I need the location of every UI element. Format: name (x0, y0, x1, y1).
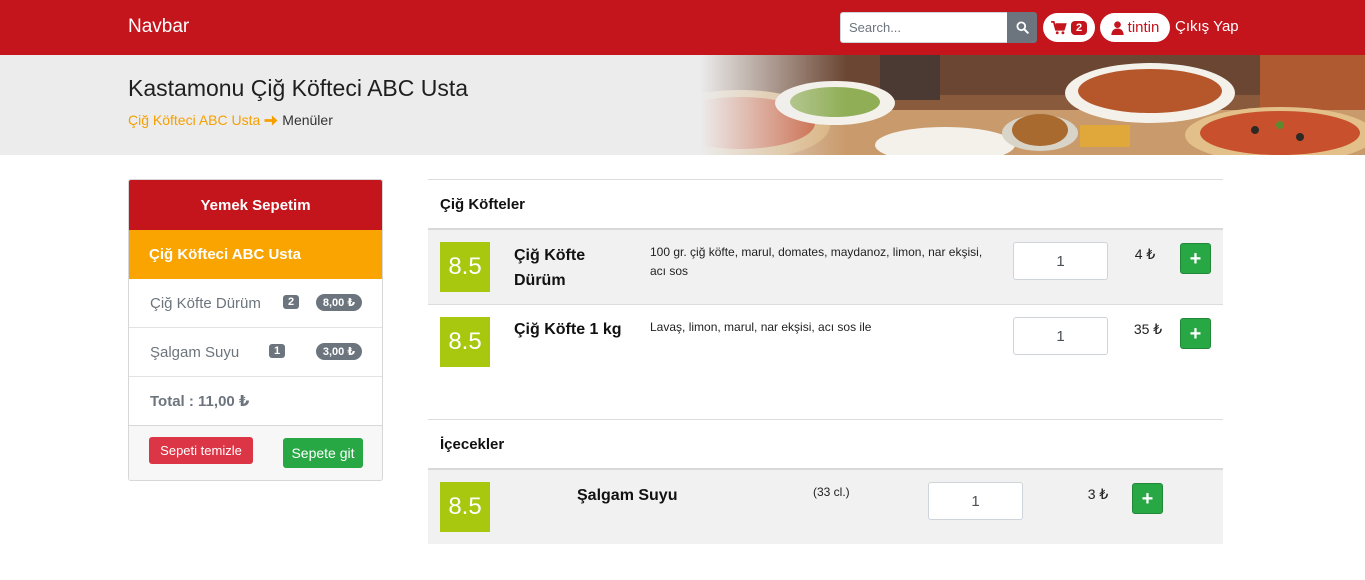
search-input[interactable] (840, 12, 1007, 43)
menu-item: 8.5 Şalgam Suyu (33 cl.) 3 ₺ + (428, 470, 1223, 544)
search-icon (1015, 21, 1029, 34)
cart-actions: Sepeti temizle Sepete git (129, 426, 382, 480)
cart-item-name: Şalgam Suyu (150, 344, 240, 361)
cart-item-price-badge: 3,00 ₺ (315, 343, 362, 360)
user-icon (1111, 20, 1124, 35)
menu-item-price: 4 ₺ (1134, 246, 1156, 262)
rating-score: 8.5 (440, 242, 490, 292)
add-to-cart-button[interactable]: + (1132, 483, 1163, 514)
go-to-cart-button[interactable]: Sepete git (283, 438, 363, 468)
breadcrumb: Çiğ Köfteci ABC Usta Menüler (128, 112, 333, 128)
menu-item-name: Çiğ Köfte 1 kg (514, 321, 622, 338)
logout-link[interactable]: Çıkış Yap (1175, 18, 1239, 35)
menu-item-name: Çiğ Köfte Dürüm (514, 247, 586, 289)
clear-cart-button[interactable]: Sepeti temizle (149, 437, 253, 464)
cart-item: Çiğ Köfte Dürüm 2 8,00 ₺ (129, 279, 382, 328)
navbar: Navbar 2 tintin Çıkış Yap (0, 0, 1365, 55)
cart-item-qty-badge: 1 (269, 344, 286, 358)
cart-count-badge: 2 (1070, 20, 1088, 35)
navbar-brand[interactable]: Navbar (128, 16, 189, 38)
add-to-cart-button[interactable]: + (1180, 243, 1211, 274)
menu-item-description: (33 cl.) (813, 485, 850, 499)
rating-score: 8.5 (440, 482, 490, 532)
food-banner-image (700, 55, 1365, 155)
user-menu-button[interactable]: tintin (1100, 13, 1170, 42)
section-title: İçecekler (440, 436, 505, 453)
section-title: Çiğ Köfteler (440, 196, 526, 213)
quantity-input[interactable] (1013, 317, 1108, 355)
cart-item-name: Çiğ Köfte Dürüm (150, 295, 261, 312)
username: tintin (1127, 19, 1160, 36)
menu-item-description: 100 gr. çiğ köfte, marul, domates, mayda… (650, 245, 983, 278)
cart-item-price-badge: 8,00 ₺ (315, 294, 362, 311)
shopping-cart-icon (1051, 20, 1067, 34)
food-cart-panel: Yemek Sepetim Çiğ Köfteci ABC Usta Çiğ K… (128, 179, 383, 481)
page-title: Kastamonu Çiğ Köfteci ABC Usta (128, 75, 469, 101)
search-button[interactable] (1007, 12, 1037, 43)
cart-shop-name: Çiğ Köfteci ABC Usta (129, 230, 382, 279)
rating-score: 8.5 (440, 317, 490, 367)
divider (428, 419, 1223, 420)
breadcrumb-link[interactable]: Çiğ Köfteci ABC Usta (128, 112, 260, 128)
page-header: Kastamonu Çiğ Köfteci ABC Usta Çiğ Köfte… (0, 55, 1365, 155)
menu-item: 8.5 Çiğ Köfte 1 kg Lavaş, limon, marul, … (428, 305, 1223, 385)
quantity-input[interactable] (928, 482, 1023, 520)
search-form (840, 12, 1037, 43)
menu-item-price: 35 ₺ (1133, 321, 1163, 337)
cart-button[interactable]: 2 (1043, 13, 1095, 42)
add-to-cart-button[interactable]: + (1180, 318, 1211, 349)
breadcrumb-current: Menüler (282, 112, 333, 128)
menu-item-price: 3 ₺ (1087, 486, 1109, 502)
menu-item-name: Şalgam Suyu (577, 487, 678, 504)
quantity-input[interactable] (1013, 242, 1108, 280)
cart-item-qty-badge: 2 (283, 295, 300, 309)
menu-item: 8.5 Çiğ Köfte Dürüm 100 gr. çiğ köfte, m… (428, 230, 1223, 304)
cart-item: Şalgam Suyu 1 3,00 ₺ (129, 328, 382, 377)
menu-item-description: Lavaş, limon, marul, nar ekşisi, acı sos… (650, 320, 872, 334)
arrow-right-icon (264, 114, 278, 126)
divider (428, 179, 1223, 180)
cart-title: Yemek Sepetim (129, 180, 382, 230)
cart-total: Total : 11,00 ₺ (129, 377, 382, 426)
